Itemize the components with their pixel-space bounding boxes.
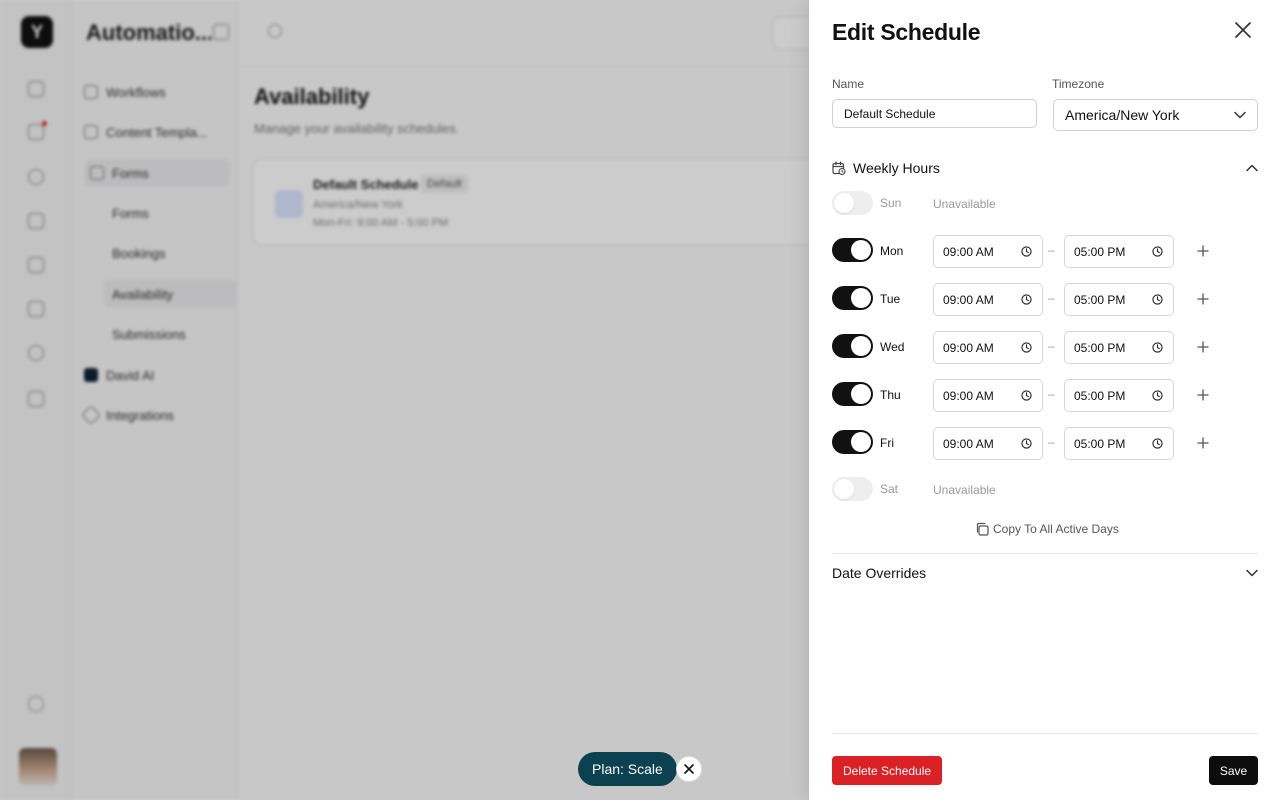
- copy-icon: [976, 522, 989, 536]
- thu-toggle[interactable]: [832, 382, 873, 406]
- day-row-wed: Wed 09:00 AM – 05:00 PM: [832, 331, 1258, 367]
- mon-start-time-input[interactable]: 09:00 AM: [933, 235, 1043, 268]
- clock-icon: [1021, 294, 1032, 305]
- clock-icon: [1152, 438, 1163, 449]
- fri-toggle[interactable]: [832, 430, 873, 454]
- edit-schedule-drawer: Edit Schedule Name Timezone America/New …: [809, 0, 1280, 800]
- tue-add-slot-button[interactable]: [1194, 290, 1212, 308]
- weekly-hours-header[interactable]: Weekly Hours: [832, 159, 1258, 177]
- mon-add-slot-button[interactable]: [1194, 242, 1212, 260]
- wed-add-slot-button[interactable]: [1194, 338, 1212, 356]
- clock-icon: [1021, 342, 1032, 353]
- clock-icon: [1152, 246, 1163, 257]
- close-icon: [1235, 22, 1251, 38]
- fri-add-slot-button[interactable]: [1194, 434, 1212, 452]
- day-label: Fri: [880, 436, 894, 450]
- name-label: Name: [832, 77, 865, 91]
- plan-pill-close-button[interactable]: [676, 756, 702, 782]
- calendar-clock-icon: [832, 161, 846, 175]
- date-overrides-label: Date Overrides: [832, 565, 927, 581]
- wed-end-time-input[interactable]: 05:00 PM: [1064, 331, 1174, 364]
- clock-icon: [1021, 246, 1032, 257]
- clock-icon: [1152, 390, 1163, 401]
- date-overrides-header[interactable]: Date Overrides: [832, 564, 1258, 582]
- tue-toggle[interactable]: [832, 286, 873, 310]
- thu-end-time-input[interactable]: 05:00 PM: [1064, 379, 1174, 412]
- unavailable-text: Unavailable: [933, 483, 996, 497]
- footer-divider: [832, 733, 1258, 734]
- sun-toggle[interactable]: [832, 191, 873, 215]
- wed-start-time-input[interactable]: 09:00 AM: [933, 331, 1043, 364]
- timezone-value: America/New York: [1065, 107, 1180, 123]
- tue-start-time-input[interactable]: 09:00 AM: [933, 283, 1043, 316]
- timezone-select[interactable]: America/New York: [1053, 99, 1258, 131]
- day-label: Sun: [880, 196, 902, 210]
- day-label: Tue: [880, 292, 901, 306]
- day-label: Wed: [880, 340, 905, 354]
- timezone-label: Timezone: [1052, 77, 1105, 91]
- close-icon: [684, 764, 694, 774]
- drawer-title: Edit Schedule: [832, 19, 981, 45]
- day-row-thu: Thu 09:00 AM – 05:00 PM: [832, 379, 1258, 415]
- day-row-mon: Mon 09:00 AM – 05:00 PM: [832, 235, 1258, 271]
- unavailable-text: Unavailable: [933, 197, 996, 211]
- day-row-tue: Tue 09:00 AM – 05:00 PM: [832, 283, 1258, 319]
- fri-end-time-input[interactable]: 05:00 PM: [1064, 427, 1174, 460]
- mon-end-time-input[interactable]: 05:00 PM: [1064, 235, 1174, 268]
- plus-icon: [1197, 437, 1209, 449]
- time-range-dash: –: [1048, 291, 1055, 305]
- day-label: Sat: [880, 482, 899, 496]
- clock-icon: [1152, 294, 1163, 305]
- day-row-sun: Sun Unavailable: [832, 185, 1258, 221]
- plus-icon: [1197, 293, 1209, 305]
- save-button[interactable]: Save: [1209, 756, 1258, 785]
- chevron-up-icon: [1246, 164, 1258, 172]
- plus-icon: [1197, 341, 1209, 353]
- time-range-dash: –: [1048, 339, 1055, 353]
- clock-icon: [1152, 342, 1163, 353]
- sat-toggle[interactable]: [832, 477, 873, 501]
- day-row-sat: Sat Unavailable: [832, 471, 1258, 507]
- chevron-down-icon: [1234, 111, 1246, 119]
- day-label: Mon: [880, 244, 904, 258]
- tue-end-time-input[interactable]: 05:00 PM: [1064, 283, 1174, 316]
- time-range-dash: –: [1048, 435, 1055, 449]
- drawer-close-button[interactable]: [1231, 18, 1255, 42]
- thu-add-slot-button[interactable]: [1194, 386, 1212, 404]
- weekly-hours-label: Weekly Hours: [853, 160, 940, 176]
- copy-to-all-days-button[interactable]: Copy To All Active Days: [975, 522, 1119, 536]
- chevron-down-icon: [1246, 569, 1258, 577]
- clock-icon: [1021, 390, 1032, 401]
- time-range-dash: –: [1048, 243, 1055, 257]
- day-label: Thu: [880, 388, 901, 402]
- plan-pill[interactable]: Plan: Scale: [578, 752, 677, 786]
- wed-toggle[interactable]: [832, 334, 873, 358]
- mon-toggle[interactable]: [832, 238, 873, 262]
- time-range-dash: –: [1048, 387, 1055, 401]
- section-divider: [832, 553, 1258, 554]
- plus-icon: [1197, 245, 1209, 257]
- schedule-name-input[interactable]: [832, 99, 1037, 128]
- thu-start-time-input[interactable]: 09:00 AM: [933, 379, 1043, 412]
- clock-icon: [1021, 438, 1032, 449]
- day-row-fri: Fri 09:00 AM – 05:00 PM: [832, 427, 1258, 463]
- fri-start-time-input[interactable]: 09:00 AM: [933, 427, 1043, 460]
- delete-schedule-button[interactable]: Delete Schedule: [832, 756, 943, 785]
- plus-icon: [1197, 389, 1209, 401]
